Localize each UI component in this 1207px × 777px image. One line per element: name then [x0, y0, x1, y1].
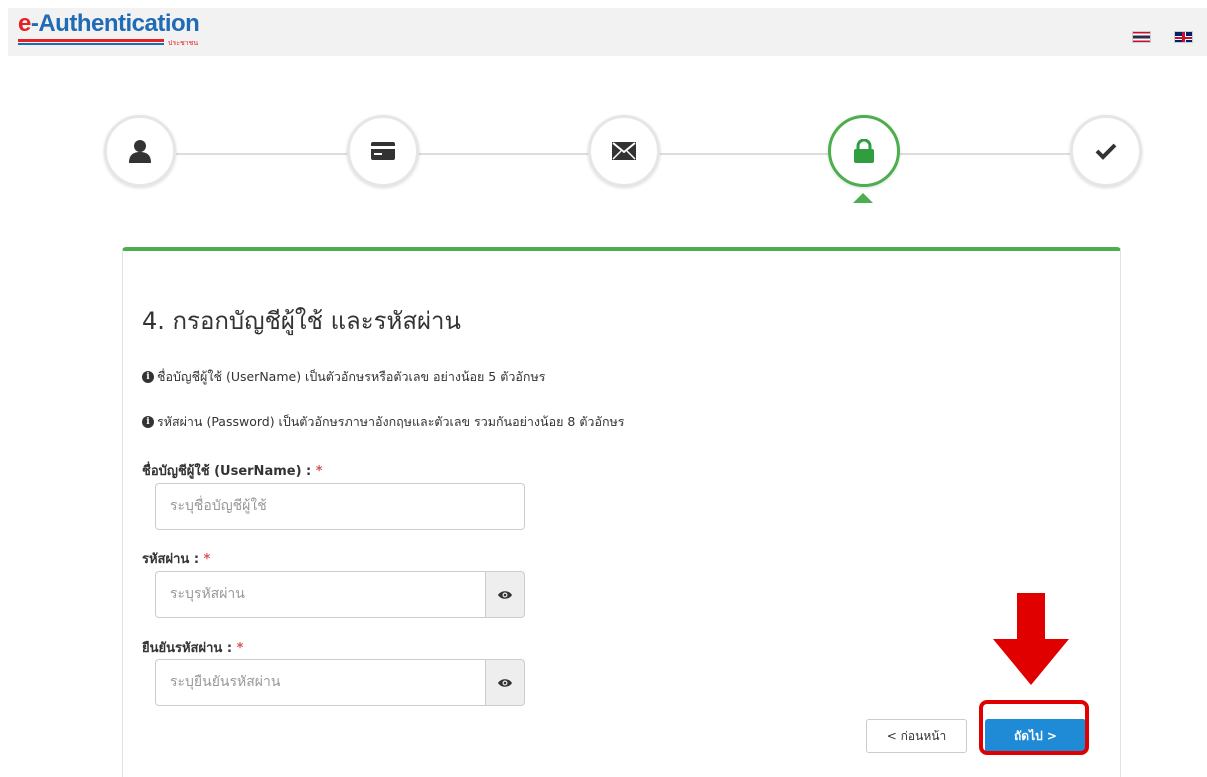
user-icon [129, 140, 151, 163]
show-confirm-password-button[interactable] [485, 659, 525, 706]
logo-underline [18, 39, 164, 42]
username-label: ชื่อบัญชีผู้ใช้ (UserName) : * [142, 460, 323, 481]
logo-e: e [18, 10, 31, 37]
annotation-arrow-icon [993, 593, 1069, 685]
account-form-card: 4. กรอกบัญชีผู้ใช้ และรหัสผ่าน i ชื่อบัญ… [122, 247, 1121, 777]
logo-text: -Authentication [30, 10, 200, 37]
password-hint-text: รหัสผ่าน (Password) เป็นตัวอักษรภาษาอังก… [157, 414, 625, 429]
step-connector [660, 153, 828, 155]
check-icon [1095, 143, 1117, 160]
form-title: 4. กรอกบัญชีผู้ใช้ และรหัสผ่าน [142, 307, 461, 335]
password-label-text: รหัสผ่าน : [142, 552, 200, 567]
step-2-id-card[interactable] [347, 115, 419, 187]
confirm-password-placeholder: ระบุยืนยันรหัสผ่าน [170, 674, 281, 690]
show-password-button[interactable] [485, 571, 525, 618]
id-card-icon [371, 142, 395, 160]
step-5-complete[interactable] [1070, 115, 1142, 187]
lock-icon [854, 139, 874, 163]
step-1-personal-info[interactable] [104, 115, 176, 187]
step-connector [900, 153, 1070, 155]
logo-subtitle: ประชาชน [168, 39, 199, 47]
username-hint-text: ชื่อบัญชีผู้ใช้ (UserName) เป็นตัวอักษรห… [157, 369, 546, 384]
password-label: รหัสผ่าน : * [142, 548, 210, 569]
step-connector [419, 153, 588, 155]
eye-icon [498, 590, 512, 599]
confirm-password-input[interactable]: ระบุยืนยันรหัสผ่าน [155, 659, 486, 706]
required-mark: * [236, 641, 244, 656]
active-step-pointer [853, 193, 873, 203]
username-hint: i ชื่อบัญชีผู้ใช้ (UserName) เป็นตัวอักษ… [142, 367, 545, 387]
top-bar: e-Authentication ประชาชน [8, 8, 1207, 56]
eye-icon [498, 678, 512, 687]
confirm-password-input-group: ระบุยืนยันรหัสผ่าน [155, 659, 525, 706]
confirm-password-label: ยืนยันรหัสผ่าน : * [142, 637, 243, 658]
confirm-label-text: ยืนยันรหัสผ่าน : [142, 641, 233, 656]
step-3-email[interactable] [588, 115, 660, 187]
required-mark: * [315, 464, 323, 479]
username-input[interactable]: ระบุชื่อบัญชีผู้ใช้ [155, 483, 525, 530]
password-input[interactable]: ระบุรหัสผ่าน [155, 571, 486, 618]
info-icon: i [142, 371, 154, 383]
required-mark: * [203, 552, 211, 567]
password-placeholder: ระบุรหัสผ่าน [170, 586, 245, 602]
previous-button[interactable]: < ก่อนหน้า [866, 719, 967, 753]
envelope-icon [612, 142, 636, 160]
password-hint: i รหัสผ่าน (Password) เป็นตัวอักษรภาษาอั… [142, 412, 624, 432]
thai-flag-icon[interactable] [1132, 31, 1151, 43]
annotation-highlight-box [979, 700, 1089, 755]
info-icon: i [142, 416, 154, 428]
logo-underline-blue [18, 43, 164, 45]
e-authentication-logo[interactable]: e-Authentication ประชาชน [18, 10, 200, 47]
step-4-account[interactable] [828, 115, 900, 187]
uk-flag-icon[interactable] [1174, 31, 1193, 43]
password-input-group: ระบุรหัสผ่าน [155, 571, 525, 618]
username-placeholder: ระบุชื่อบัญชีผู้ใช้ [170, 498, 267, 514]
progress-stepper [0, 110, 1207, 210]
username-label-text: ชื่อบัญชีผู้ใช้ (UserName) : [142, 464, 312, 479]
step-connector [176, 153, 347, 155]
